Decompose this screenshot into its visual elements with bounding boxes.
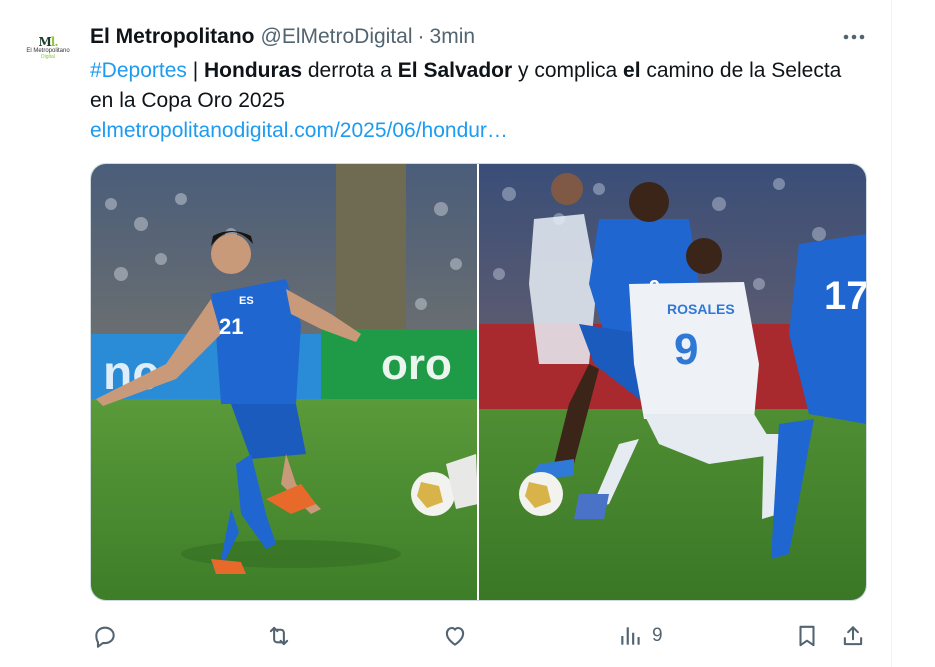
photo-left[interactable]: nc oro 21 ES <box>91 164 477 600</box>
jersey-number-left: 21 <box>219 314 243 339</box>
text-segment: y complica <box>512 59 624 82</box>
logo-mark: Ml. <box>38 35 58 49</box>
more-options-button[interactable] <box>838 24 870 50</box>
reply-button[interactable] <box>92 618 118 654</box>
text-bold: Honduras <box>204 59 303 82</box>
timestamp[interactable]: 3min <box>430 25 476 49</box>
photo-right-image: 9 ROSALES 9 17 <box>479 164 866 600</box>
share-icon <box>843 626 863 646</box>
like-button[interactable] <box>442 618 468 654</box>
share-button[interactable] <box>840 618 866 654</box>
hashtag-link[interactable]: #Deportes <box>90 59 187 82</box>
text-bold: El Salvador <box>397 59 513 82</box>
tweet-actions: 9 <box>90 618 870 654</box>
text-segment: | <box>186 59 205 82</box>
author-handle[interactable]: @ElMetroDigital <box>261 25 413 49</box>
article-link[interactable]: elmetropolitanodigital.com/2025/06/hondu… <box>90 119 508 142</box>
jersey-badge-left: ES <box>239 295 254 307</box>
reply-icon <box>95 626 115 648</box>
repost-icon <box>269 626 289 646</box>
player-name-right: ROSALES <box>667 301 735 317</box>
author-name[interactable]: El Metropolitano <box>90 25 255 49</box>
bookmark-icon <box>799 625 815 647</box>
repost-button[interactable] <box>266 618 292 654</box>
ad-board-text: oro <box>381 340 452 389</box>
bookmark-button[interactable] <box>794 618 820 654</box>
views-icon <box>621 627 640 645</box>
text-bold: el <box>623 59 641 82</box>
avatar[interactable]: Ml. El Metropolitano Digital <box>22 36 74 68</box>
photo-left-image: nc oro 21 ES <box>91 164 477 600</box>
separator: · <box>417 25 425 48</box>
photo-right[interactable]: 9 ROSALES 9 17 <box>479 164 866 600</box>
logo-subtext: Digital <box>41 54 55 60</box>
media-grid: nc oro 21 ES ROSALES 9 17 <box>90 163 867 601</box>
blue-jersey-number-b: 17 <box>824 274 866 318</box>
tweet-text: #Deportes | Honduras derrota a El Salvad… <box>90 56 870 146</box>
tweet-header: El Metropolitano @ElMetroDigital · 3min <box>90 24 475 50</box>
more-icon <box>843 34 865 40</box>
heart-icon <box>445 626 465 646</box>
views-button[interactable]: 9 <box>618 618 663 654</box>
views-count: 9 <box>652 625 663 646</box>
text-segment: derrota a <box>302 59 398 82</box>
white-jersey-number: 9 <box>674 325 698 374</box>
timeline-divider <box>891 0 892 667</box>
